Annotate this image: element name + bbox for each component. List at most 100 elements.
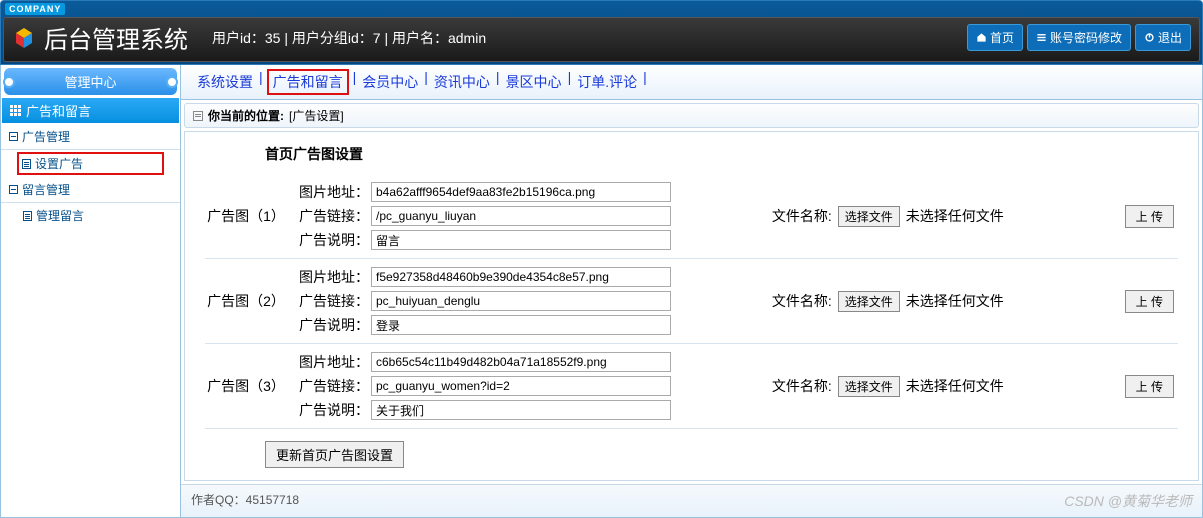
field-row-img: 图片地址： <box>299 182 671 202</box>
field-label: 图片地址： <box>299 182 365 202</box>
choose-file-button[interactable]: 选择文件 <box>838 206 900 227</box>
home-link[interactable]: 首页 <box>967 24 1023 51</box>
ad-block: 广告图（3） 图片地址： 广告链接： 广告说明： 文件名称: 选择文件 未选择任… <box>205 344 1178 429</box>
nav-ad-msg[interactable]: 广告和留言 <box>267 69 349 95</box>
file-area: 文件名称: 选择文件 未选择任何文件 <box>772 206 1024 227</box>
upload-button[interactable]: 上 传 <box>1125 290 1174 313</box>
nav-sep: | <box>568 69 572 95</box>
submit-row: 更新首页广告图设置 <box>205 429 1178 472</box>
top-links: 首页 账号密码修改 退出 <box>967 24 1191 51</box>
field-label: 广告说明： <box>299 315 365 335</box>
nav-member[interactable]: 会员中心 <box>360 69 420 95</box>
breadcrumb-current: [广告设置] <box>289 107 344 124</box>
power-icon <box>1144 32 1155 43</box>
img-input[interactable] <box>371 182 671 202</box>
choose-file-button[interactable]: 选择文件 <box>838 291 900 312</box>
ad-block: 广告图（1） 图片地址： 广告链接： 广告说明： 文件名称: 选择文件 未选择任… <box>205 174 1178 259</box>
workspace: 管理中心 广告和留言 广告管理 设置广告 留言管理 管理留言 系统设置| 广告和… <box>0 65 1203 518</box>
desc-input[interactable] <box>371 315 671 335</box>
logout-label: 退出 <box>1158 29 1182 46</box>
footer-author: 作者QQ：45157718 <box>191 491 299 511</box>
ad-label: 广告图（2） <box>205 291 287 311</box>
ad-label: 广告图（3） <box>205 376 287 396</box>
nav-sep: | <box>496 69 500 95</box>
field-row-link: 广告链接： <box>299 376 671 396</box>
file-label: 文件名称: <box>772 376 832 396</box>
field-row-desc: 广告说明： <box>299 230 671 250</box>
field-row-desc: 广告说明： <box>299 400 671 420</box>
file-label: 文件名称: <box>772 206 832 226</box>
nav-order[interactable]: 订单.评论 <box>575 69 639 95</box>
field-label: 广告链接： <box>299 291 365 311</box>
sidebar-group-label: 广告管理 <box>22 128 70 145</box>
sidebar-group-label: 留言管理 <box>22 181 70 198</box>
submit-button[interactable]: 更新首页广告图设置 <box>265 441 404 468</box>
breadcrumb: 你当前的位置: [广告设置] <box>184 103 1199 128</box>
link-input[interactable] <box>371 376 671 396</box>
img-input[interactable] <box>371 352 671 372</box>
desc-input[interactable] <box>371 230 671 250</box>
breadcrumb-icon <box>193 111 203 121</box>
sidebar-section[interactable]: 广告和留言 <box>2 98 179 123</box>
nav-sep: | <box>353 69 357 95</box>
nav-system[interactable]: 系统设置 <box>195 69 255 95</box>
sidebar-item-label: 管理留言 <box>36 207 84 224</box>
nav-news[interactable]: 资讯中心 <box>432 69 492 95</box>
sidebar-group-ad[interactable]: 广告管理 <box>1 124 180 150</box>
footer: 作者QQ：45157718 CSDN @黄菊华老师 <box>181 484 1202 517</box>
field-label: 图片地址： <box>299 267 365 287</box>
grid-icon <box>10 105 21 116</box>
home-icon <box>976 32 987 43</box>
nav-scenic[interactable]: 景区中心 <box>504 69 564 95</box>
square-icon <box>9 132 18 141</box>
field-label: 图片地址： <box>299 352 365 372</box>
user-info: 用户id：35 | 用户分组id：7 | 用户名：admin <box>212 28 967 48</box>
sidebar-group-msg[interactable]: 留言管理 <box>1 177 180 203</box>
breadcrumb-prefix: 你当前的位置: <box>208 107 284 124</box>
upload-button[interactable]: 上 传 <box>1125 205 1174 228</box>
sidebar: 管理中心 广告和留言 广告管理 设置广告 留言管理 管理留言 <box>1 65 181 517</box>
nav-sep: | <box>643 69 647 95</box>
field-label: 广告说明： <box>299 400 365 420</box>
ad-label: 广告图（1） <box>205 206 287 226</box>
file-area: 文件名称: 选择文件 未选择任何文件 <box>772 376 1024 397</box>
link-input[interactable] <box>371 291 671 311</box>
sidebar-item-set-ad[interactable]: 设置广告 <box>17 152 164 175</box>
main: 系统设置| 广告和留言| 会员中心| 资讯中心| 景区中心| 订单.评论| 你当… <box>181 65 1202 517</box>
logo-icon <box>12 26 36 50</box>
field-row-link: 广告链接： <box>299 206 671 226</box>
ad-fields: 图片地址： 广告链接： 广告说明： <box>299 182 671 250</box>
nav-sep: | <box>424 69 428 95</box>
system-title: 后台管理系统 <box>44 20 188 55</box>
content: 首页广告图设置 广告图（1） 图片地址： 广告链接： 广告说明： 文件名称: 选… <box>184 131 1199 481</box>
field-row-desc: 广告说明： <box>299 315 671 335</box>
sidebar-section-label: 广告和留言 <box>26 101 91 120</box>
sidebar-item-manage-msg[interactable]: 管理留言 <box>1 203 180 228</box>
ad-block: 广告图（2） 图片地址： 广告链接： 广告说明： 文件名称: 选择文件 未选择任… <box>205 259 1178 344</box>
file-area: 文件名称: 选择文件 未选择任何文件 <box>772 291 1024 312</box>
topnav: 系统设置| 广告和留言| 会员中心| 资讯中心| 景区中心| 订单.评论| <box>181 65 1202 100</box>
square-icon <box>9 185 18 194</box>
link-input[interactable] <box>371 206 671 226</box>
no-file-text: 未选择任何文件 <box>906 376 1004 396</box>
password-link[interactable]: 账号密码修改 <box>1027 24 1131 51</box>
page-title: 首页广告图设置 <box>205 140 1178 174</box>
no-file-text: 未选择任何文件 <box>906 206 1004 226</box>
sidebar-item-label: 设置广告 <box>35 155 83 172</box>
header-main: 后台管理系统 用户id：35 | 用户分组id：7 | 用户名：admin 首页… <box>3 17 1200 62</box>
field-label: 广告链接： <box>299 206 365 226</box>
doc-icon <box>22 159 31 169</box>
nav-sep: | <box>259 69 263 95</box>
upload-button[interactable]: 上 传 <box>1125 375 1174 398</box>
header: COMPANY 后台管理系统 用户id：35 | 用户分组id：7 | 用户名：… <box>0 0 1203 65</box>
img-input[interactable] <box>371 267 671 287</box>
choose-file-button[interactable]: 选择文件 <box>838 376 900 397</box>
desc-input[interactable] <box>371 400 671 420</box>
logout-link[interactable]: 退出 <box>1135 24 1191 51</box>
field-label: 广告链接： <box>299 376 365 396</box>
password-label: 账号密码修改 <box>1050 29 1122 46</box>
company-badge: COMPANY <box>5 3 65 15</box>
field-row-link: 广告链接： <box>299 291 671 311</box>
field-row-img: 图片地址： <box>299 267 671 287</box>
sidebar-center-title: 管理中心 <box>4 68 177 95</box>
